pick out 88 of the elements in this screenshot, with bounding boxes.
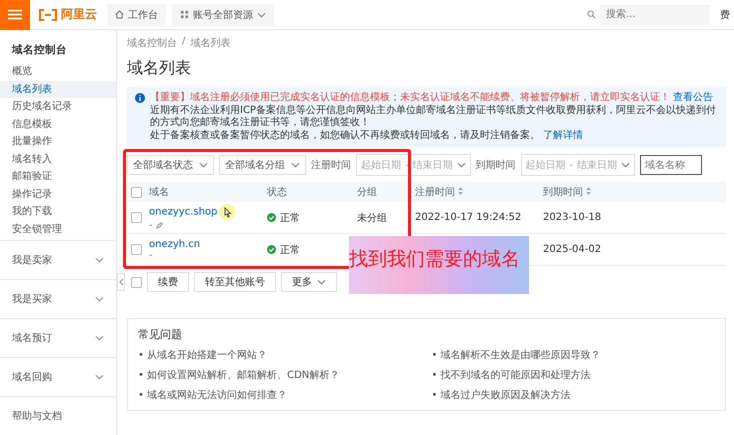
sidebar-item[interactable]: 域名转入 xyxy=(0,150,116,168)
nav-button[interactable]: 账号全部资源 xyxy=(172,4,274,26)
sort-icon xyxy=(458,187,464,195)
filter-label: 注册时间 xyxy=(311,158,351,172)
checkbox[interactable] xyxy=(131,212,142,223)
pencil-icon[interactable] xyxy=(156,222,163,229)
domain-link[interactable]: onezyyc.shop xyxy=(149,206,218,218)
check-circle-icon xyxy=(267,245,276,254)
sidebar-section[interactable]: 域名预订 xyxy=(0,318,116,357)
sidebar-item[interactable]: 历史域名记录 xyxy=(0,98,116,116)
sidebar-item[interactable]: 安全锁管理 xyxy=(0,220,116,238)
chevron-icon xyxy=(95,296,104,302)
faq-link[interactable]: • 如何设置网站解析、邮箱解析、CDN解析？ xyxy=(138,368,422,382)
chevron-down-icon xyxy=(257,12,266,18)
chevron-icon xyxy=(95,257,104,263)
faq-title: 常见问题 xyxy=(138,327,183,342)
faq-link[interactable]: • 域名解析不生效是由哪些原因导致？ xyxy=(432,348,715,362)
chevron-down-icon xyxy=(291,162,300,168)
table-cell: 未分组 xyxy=(357,212,387,224)
status-text: 正常 xyxy=(280,212,300,224)
sidebar-item[interactable]: 操作记录 xyxy=(0,186,116,203)
faq-link[interactable]: • 域名或网站无法访问如何排查？ xyxy=(138,388,422,402)
breadcrumb-item[interactable]: 域名控制台 xyxy=(127,36,177,50)
sidebar-item[interactable]: 帮助与文档 xyxy=(0,396,116,435)
sidebar-section[interactable]: 我是买家 xyxy=(0,279,116,318)
chevron-down-icon xyxy=(199,162,208,168)
search-field[interactable]: 域名名称 xyxy=(640,155,702,175)
status-select[interactable]: 全部域名状态 xyxy=(127,155,214,175)
action-button[interactable]: 更多 xyxy=(281,272,337,292)
column-header[interactable]: 注册时间 xyxy=(411,182,539,202)
breadcrumb-item[interactable]: 域名列表 xyxy=(190,36,230,50)
chevron-down-icon xyxy=(456,162,466,168)
grid-icon xyxy=(180,10,189,19)
menu-icon xyxy=(8,9,22,20)
sidebar-section[interactable]: 我是卖家 xyxy=(0,240,116,279)
chevron-icon xyxy=(95,374,104,380)
chevron-down-icon xyxy=(621,162,630,168)
check-circle-icon xyxy=(267,213,276,222)
sidebar-section[interactable]: 域名回购 xyxy=(0,357,116,396)
sidebar-item[interactable]: 邮箱验证 xyxy=(0,168,116,186)
chevron-icon xyxy=(95,335,104,341)
notice-link[interactable]: 了解详情 xyxy=(543,130,584,140)
sidebar-item[interactable]: 域名列表 xyxy=(0,80,116,98)
note-text: - xyxy=(149,220,153,231)
menu-button[interactable] xyxy=(0,0,30,30)
action-button[interactable]: 转至其他账号 xyxy=(194,272,276,292)
column-header: 状态 xyxy=(263,182,353,202)
sidebar-title: 域名控制台 xyxy=(10,43,68,58)
faq-link[interactable]: • 域名过户失败原因及解决方法 xyxy=(432,388,715,402)
action-button[interactable]: 续费 xyxy=(147,272,189,292)
search-icon xyxy=(587,10,596,19)
filter-label: 到期时间 xyxy=(476,158,516,172)
domain-link[interactable]: onezyh.cn xyxy=(149,238,200,250)
info-icon xyxy=(135,93,145,103)
table-cell: 2022-10-17 19:24:52 xyxy=(415,212,522,223)
notice-text: 近期有不法企业利用ICP备案信息等公开信息向网站主办单位邮寄域名注册证书等纸质文件收取费用获利，阿里云不会以快递到付的方式向您邮寄域名注册证书等，请您谨慎签收！ xyxy=(150,104,717,130)
nav-button[interactable]: 工作台 xyxy=(107,4,166,26)
sidebar-item[interactable]: 概览 xyxy=(0,63,116,80)
breadcrumb-separator: / xyxy=(182,36,186,49)
table-cell: 2025-04-02 xyxy=(543,244,602,255)
chevron-down-icon xyxy=(317,279,326,285)
column-header[interactable]: 到期时间 xyxy=(539,182,726,202)
sidebar-item[interactable]: 批量操作 xyxy=(0,133,116,150)
page-title: 域名列表 xyxy=(127,58,192,79)
column-header: 分组 xyxy=(353,182,411,202)
checkbox[interactable] xyxy=(131,244,142,255)
account-text[interactable]: 费 xyxy=(720,8,730,22)
notice-text: 【重要】域名注册必须使用已完成实名认证的信息模板；未实名认证域名不能续费、将被暂停解析，请立即实名认证！ 查看公告 xyxy=(150,92,714,104)
home-icon xyxy=(115,10,124,19)
table-cell: 2023-10-18 xyxy=(543,212,602,223)
annotation-caption: 找到我们需要的域名 xyxy=(349,247,520,272)
column-header: 域名 xyxy=(145,182,263,202)
sort-icon xyxy=(586,187,592,195)
faq-link[interactable]: • 从域名开始搭建一个网站？ xyxy=(138,348,422,362)
checkbox[interactable] xyxy=(131,276,142,288)
status-text: 正常 xyxy=(280,244,300,256)
logo-icon xyxy=(38,8,58,20)
checkbox[interactable] xyxy=(131,186,142,198)
faq-link[interactable]: • 找不到域名的可能原因和处理方法 xyxy=(432,368,715,382)
note-text: - xyxy=(149,250,153,260)
status-select[interactable]: 全部域名分组 xyxy=(219,155,306,175)
notice-link[interactable]: 查看公告 xyxy=(673,92,714,103)
sidebar-item[interactable]: 信息模板 xyxy=(0,116,116,133)
collapse-handle[interactable] xyxy=(117,273,125,291)
search-field[interactable]: 搜索... xyxy=(600,4,710,24)
logo-text: 阿里云 xyxy=(61,6,97,23)
sidebar-item[interactable]: 我的下载 xyxy=(0,203,116,220)
notice-text: 处于备案核查或备案暂停状态的域名，如您确认不再续费或转回域名，请及时注销备案。 了解详情 xyxy=(150,130,584,142)
